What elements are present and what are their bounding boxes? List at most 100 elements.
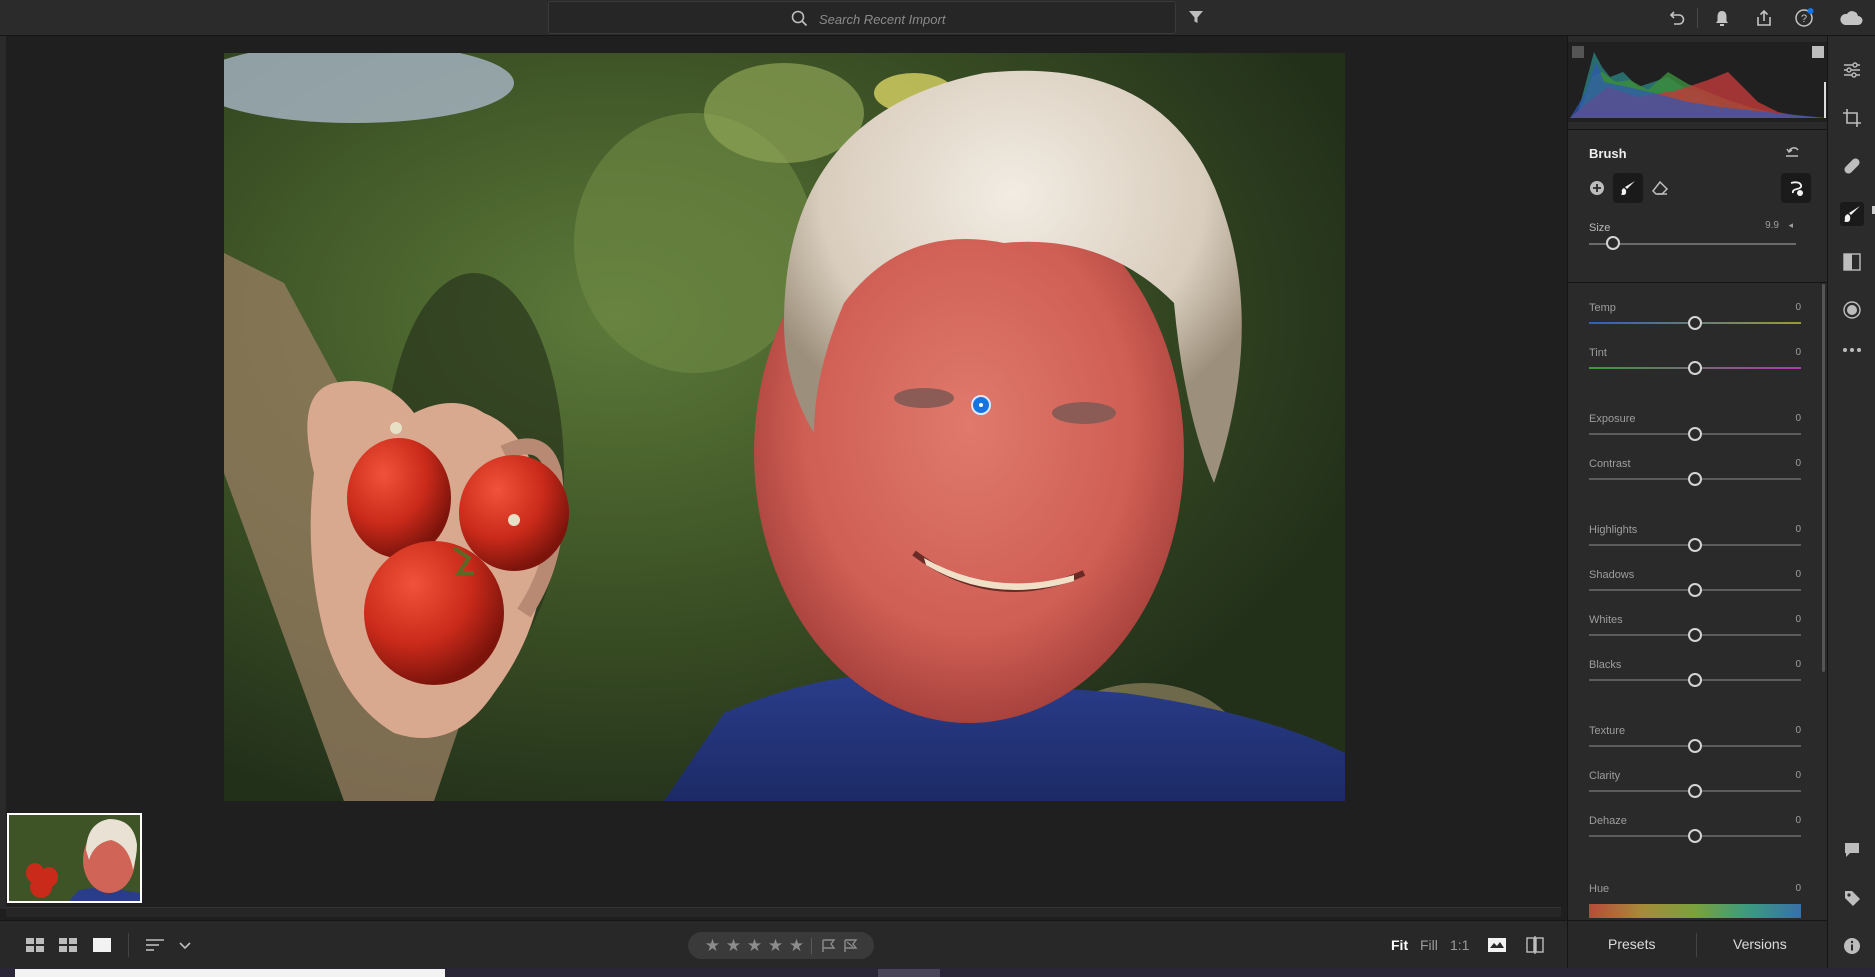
temp-slider[interactable]: Temp 0 [1589, 302, 1801, 336]
filmstrip-toggle-icon[interactable] [1487, 936, 1507, 954]
dehaze-knob[interactable] [1688, 829, 1702, 843]
radial-gradient-icon[interactable] [1840, 298, 1864, 322]
bottom-strip-tab[interactable] [878, 969, 940, 977]
shadows-slider[interactable]: Shadows 0 [1589, 569, 1801, 603]
auto-mask-tool[interactable] [1781, 173, 1811, 203]
share-icon[interactable] [1752, 6, 1776, 30]
star-3[interactable]: ★ [744, 936, 765, 956]
hue-slider[interactable]: Hue 0 [1589, 883, 1801, 903]
edit-sliders-icon[interactable] [1840, 58, 1864, 82]
exposure-value[interactable]: 0 [1795, 413, 1801, 424]
bottom-separator [128, 933, 129, 957]
compare-view-icon[interactable] [1525, 936, 1545, 954]
panel-scrollbar[interactable] [1822, 284, 1825, 672]
blacks-slider[interactable]: Blacks 0 [1589, 659, 1801, 693]
zoom-fit[interactable]: Fit [1391, 937, 1408, 953]
zoom-1-to-1[interactable]: 1:1 [1450, 937, 1469, 953]
dehaze-value[interactable]: 0 [1795, 815, 1801, 826]
versions-button[interactable]: Versions [1733, 936, 1787, 952]
info-icon[interactable] [1840, 934, 1864, 958]
texture-knob[interactable] [1688, 739, 1702, 753]
clarity-value[interactable]: 0 [1795, 770, 1801, 781]
sort-icon[interactable] [145, 936, 165, 954]
square-grid-icon[interactable] [25, 936, 45, 954]
bell-icon[interactable] [1710, 6, 1734, 30]
filmstrip-scrollbar[interactable] [6, 907, 1561, 917]
shadows-value[interactable]: 0 [1795, 569, 1801, 580]
contrast-knob[interactable] [1688, 472, 1702, 486]
shadows-knob[interactable] [1688, 583, 1702, 597]
tint-knob[interactable] [1688, 361, 1702, 375]
search-input[interactable] [819, 9, 1159, 29]
size-track[interactable] [1589, 243, 1796, 245]
clarity-slider[interactable]: Clarity 0 [1589, 770, 1801, 804]
thumbnail-image [9, 815, 140, 901]
size-slider[interactable]: Size 9.9 ◂ [1589, 220, 1797, 256]
star-1[interactable]: ★ [702, 936, 723, 956]
exposure-slider[interactable]: Exposure 0 [1589, 413, 1801, 447]
main-photo[interactable] [224, 53, 1345, 801]
presets-button[interactable]: Presets [1608, 936, 1655, 952]
star-5[interactable]: ★ [786, 936, 807, 956]
dehaze-slider[interactable]: Dehaze 0 [1589, 815, 1801, 849]
highlight-clipping-toggle[interactable] [1812, 46, 1824, 58]
clarity-knob[interactable] [1688, 784, 1702, 798]
more-icon[interactable] [1840, 338, 1864, 362]
cloud-icon[interactable] [1836, 6, 1866, 30]
svg-text:?: ? [1801, 13, 1807, 25]
filmstrip-thumbnail[interactable] [7, 813, 142, 903]
tool-strip [1827, 36, 1875, 968]
size-value[interactable]: 9.9 [1765, 220, 1779, 231]
zoom-fill[interactable]: Fill [1420, 937, 1438, 953]
comment-icon[interactable] [1840, 838, 1864, 862]
star-rating[interactable]: ★ ★ ★ ★ ★ [688, 932, 874, 959]
search-box[interactable] [548, 1, 1176, 34]
highlights-value[interactable]: 0 [1795, 524, 1801, 535]
reset-icon[interactable] [1784, 144, 1802, 160]
brush-cursor-dot [971, 395, 991, 415]
tint-value[interactable]: 0 [1795, 347, 1801, 358]
exposure-knob[interactable] [1688, 427, 1702, 441]
temp-value[interactable]: 0 [1795, 302, 1801, 313]
linear-gradient-icon[interactable] [1840, 250, 1864, 274]
size-caret[interactable]: ◂ [1788, 220, 1793, 231]
undo-icon[interactable] [1665, 6, 1689, 30]
help-icon[interactable]: ? [1792, 6, 1816, 30]
brush-icon[interactable] [1840, 202, 1864, 226]
star-2[interactable]: ★ [723, 936, 744, 956]
contrast-value[interactable]: 0 [1795, 458, 1801, 469]
texture-value[interactable]: 0 [1795, 725, 1801, 736]
eraser-tool[interactable] [1645, 173, 1675, 203]
whites-knob[interactable] [1688, 628, 1702, 642]
brush-tool[interactable] [1613, 173, 1643, 203]
reject-flag-icon[interactable] [842, 938, 860, 953]
healing-icon[interactable] [1840, 154, 1864, 178]
shadow-clipping-toggle[interactable] [1572, 46, 1584, 58]
pick-flag-icon[interactable] [820, 938, 838, 953]
size-knob[interactable] [1606, 236, 1620, 250]
highlights-slider[interactable]: Highlights 0 [1589, 524, 1801, 558]
hue-track[interactable] [1589, 904, 1801, 918]
add-brush-tool[interactable] [1582, 173, 1612, 203]
photo-grid-icon[interactable] [58, 936, 78, 954]
temp-knob[interactable] [1688, 316, 1702, 330]
blacks-value[interactable]: 0 [1795, 659, 1801, 670]
tag-icon[interactable] [1840, 886, 1864, 910]
blacks-knob[interactable] [1688, 673, 1702, 687]
crop-icon[interactable] [1840, 106, 1864, 130]
hue-label: Hue [1589, 883, 1610, 895]
contrast-slider[interactable]: Contrast 0 [1589, 458, 1801, 492]
hue-value[interactable]: 0 [1795, 883, 1801, 894]
whites-value[interactable]: 0 [1795, 614, 1801, 625]
highlights-knob[interactable] [1688, 538, 1702, 552]
top-bar: ? [0, 0, 1875, 36]
whites-slider[interactable]: Whites 0 [1589, 614, 1801, 648]
detail-view-icon[interactable] [92, 936, 112, 954]
filter-icon[interactable] [1188, 9, 1204, 25]
texture-slider[interactable]: Texture 0 [1589, 725, 1801, 759]
tint-slider[interactable]: Tint 0 [1589, 347, 1801, 381]
star-4[interactable]: ★ [765, 936, 786, 956]
highlights-label: Highlights [1589, 524, 1638, 536]
blacks-label: Blacks [1589, 659, 1622, 671]
chevron-down-icon[interactable] [178, 936, 192, 954]
